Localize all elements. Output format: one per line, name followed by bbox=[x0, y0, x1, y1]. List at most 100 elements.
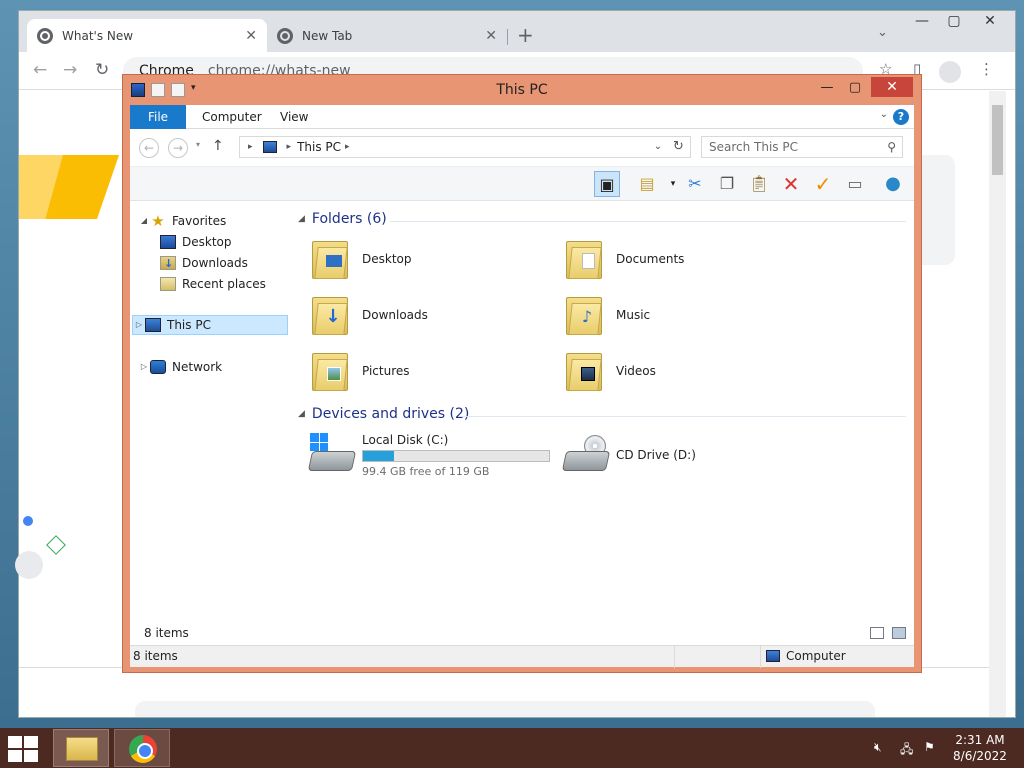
collapse-group-icon[interactable]: ◢ bbox=[298, 409, 305, 419]
new-item-icon[interactable]: ▭ bbox=[842, 171, 868, 197]
page-scrollbar[interactable] bbox=[989, 91, 1006, 717]
tab-search-chevron-icon[interactable]: ⌄ bbox=[877, 25, 888, 40]
breadcrumb-arrow-icon[interactable]: ▸ bbox=[345, 142, 350, 152]
address-bar[interactable]: ▸ ▸ This PC ▸ bbox=[239, 136, 691, 158]
status-divider bbox=[674, 646, 675, 668]
ribbon-tabs: File Computer View ⌄ ? bbox=[130, 105, 914, 129]
nav-label: Network bbox=[172, 360, 223, 374]
taskbar-chrome[interactable] bbox=[114, 729, 170, 767]
maximize-button[interactable]: ▢ bbox=[841, 79, 869, 97]
drive-free-space: 99.4 GB free of 119 GB bbox=[362, 464, 490, 478]
tab-new-tab[interactable]: New Tab ✕ bbox=[267, 19, 507, 52]
this-pc-icon bbox=[145, 318, 161, 332]
devices-group-header[interactable]: ◢ Devices and drives (2) bbox=[298, 406, 469, 422]
drive-cd-d[interactable]: CD Drive (D:) bbox=[561, 429, 696, 481]
scrollbar-thumb[interactable] bbox=[992, 105, 1003, 175]
start-windows-icon[interactable] bbox=[8, 736, 38, 762]
taskbar-file-explorer[interactable] bbox=[53, 729, 109, 767]
details-view-icon[interactable] bbox=[870, 627, 884, 639]
nav-favorites[interactable]: ◢ ★ Favorites bbox=[138, 211, 226, 231]
clock[interactable]: 2:31 AM 8/6/2022 bbox=[950, 732, 1010, 764]
nav-label: This PC bbox=[167, 318, 211, 332]
close-tab-icon[interactable]: ✕ bbox=[485, 28, 497, 44]
recent-places-icon bbox=[160, 277, 176, 291]
breadcrumb[interactable]: This PC bbox=[297, 140, 341, 154]
details-bar: 8 items bbox=[130, 623, 914, 645]
expand-ribbon-icon[interactable]: ⌄ bbox=[880, 109, 888, 120]
drive-local-disk-c[interactable]: Local Disk (C:) 99.4 GB free of 119 GB bbox=[307, 429, 550, 481]
collapse-arrow-icon[interactable]: ◢ bbox=[138, 211, 150, 231]
new-tab-button[interactable]: + bbox=[517, 23, 534, 47]
maximize-button[interactable]: ▢ bbox=[939, 13, 969, 29]
expand-arrow-icon[interactable]: ▷ bbox=[133, 315, 145, 335]
folder-downloads[interactable]: ↓ Downloads bbox=[310, 289, 428, 341]
menu-kebab-icon[interactable]: ⋮ bbox=[979, 60, 994, 78]
nav-label: Desktop bbox=[182, 235, 232, 249]
content-card bbox=[135, 701, 875, 717]
network-icon[interactable]: 🖧 bbox=[900, 740, 913, 761]
preview-pane-icon[interactable]: ▣ bbox=[594, 171, 620, 197]
folders-group-header[interactable]: ◢ Folders (6) bbox=[298, 211, 387, 227]
refresh-icon[interactable]: ↻ bbox=[667, 136, 691, 158]
properties-icon[interactable]: ▤ bbox=[634, 171, 660, 197]
action-center-flag-icon[interactable]: ⚑ bbox=[924, 740, 935, 754]
address-dropdown-icon[interactable]: ⌄ bbox=[649, 136, 667, 158]
explorer-titlebar[interactable]: ▾ This PC — ▢ ✕ bbox=[123, 75, 921, 105]
close-window-button[interactable]: ✕ bbox=[975, 13, 1005, 29]
help-icon[interactable]: ? bbox=[893, 109, 909, 125]
folder-desktop[interactable]: Desktop bbox=[310, 233, 412, 285]
computer-icon bbox=[766, 650, 780, 662]
folder-documents[interactable]: Documents bbox=[564, 233, 684, 285]
drive-name: CD Drive (D:) bbox=[616, 448, 696, 462]
forward-arrow-icon[interactable]: → bbox=[63, 60, 77, 80]
nav-desktop[interactable]: Desktop bbox=[160, 232, 232, 252]
recent-locations-icon[interactable]: ▾ bbox=[196, 140, 200, 149]
downloads-icon bbox=[160, 254, 176, 274]
nav-downloads[interactable]: Downloads bbox=[160, 253, 248, 274]
this-pc-icon bbox=[262, 141, 277, 153]
nav-recent-places[interactable]: Recent places bbox=[160, 274, 266, 294]
search-placeholder: Search This PC bbox=[709, 140, 798, 154]
cut-icon[interactable]: ✂ bbox=[682, 171, 708, 197]
minimize-button[interactable]: — bbox=[813, 79, 841, 97]
volume-muted-icon[interactable]: 🔇︎ bbox=[874, 740, 882, 755]
collapse-group-icon[interactable]: ◢ bbox=[298, 214, 305, 224]
chrome-favicon-icon bbox=[277, 27, 293, 44]
copy-icon[interactable]: ❐ bbox=[714, 171, 740, 197]
group-title: Devices and drives (2) bbox=[311, 406, 470, 422]
group-divider bbox=[460, 416, 906, 417]
tab-view[interactable]: View bbox=[266, 105, 322, 129]
window-title: This PC bbox=[496, 82, 548, 98]
reload-icon[interactable]: ↻ bbox=[95, 60, 109, 80]
status-divider bbox=[760, 646, 761, 668]
tab-computer[interactable]: Computer bbox=[188, 105, 276, 129]
folder-music[interactable]: ♪ Music bbox=[564, 289, 650, 341]
rename-icon[interactable]: ✓ bbox=[810, 171, 836, 197]
paste-icon[interactable]: 📋︎ bbox=[746, 171, 772, 197]
back-arrow-icon[interactable]: ← bbox=[33, 60, 47, 80]
minimize-button[interactable]: — bbox=[907, 13, 937, 29]
tab-label: What's New bbox=[62, 28, 134, 43]
search-input[interactable]: Search This PC ⚲ bbox=[701, 136, 903, 158]
address-row: ← → ▾ ↑ ▸ ▸ This PC ▸ ⌄ ↻ Search This PC… bbox=[130, 129, 914, 167]
nav-this-pc[interactable]: ▷ This PC bbox=[132, 315, 288, 335]
decorative-diamond bbox=[46, 535, 66, 555]
large-icons-view-icon[interactable] bbox=[892, 627, 906, 639]
expand-arrow-icon[interactable]: ▷ bbox=[138, 357, 150, 377]
forward-icon[interactable]: → bbox=[168, 138, 188, 158]
desktop-folder-icon bbox=[310, 237, 350, 281]
profile-avatar[interactable] bbox=[939, 61, 961, 83]
folder-pictures[interactable]: Pictures bbox=[310, 345, 410, 397]
close-tab-icon[interactable]: ✕ bbox=[245, 28, 257, 44]
close-button[interactable]: ✕ bbox=[871, 77, 913, 97]
tab-file[interactable]: File bbox=[130, 105, 186, 129]
nav-network[interactable]: ▷ Network bbox=[138, 357, 222, 377]
back-icon[interactable]: ← bbox=[139, 138, 159, 158]
search-icon: ⚲ bbox=[887, 140, 896, 154]
network-globe-icon[interactable]: ● bbox=[880, 171, 906, 197]
tab-whats-new[interactable]: What's New ✕ bbox=[27, 19, 267, 52]
delete-icon[interactable]: ✕ bbox=[778, 171, 804, 197]
folder-videos[interactable]: Videos bbox=[564, 345, 656, 397]
drive-name: Local Disk (C:) bbox=[362, 432, 449, 447]
up-arrow-icon[interactable]: ↑ bbox=[212, 138, 224, 154]
